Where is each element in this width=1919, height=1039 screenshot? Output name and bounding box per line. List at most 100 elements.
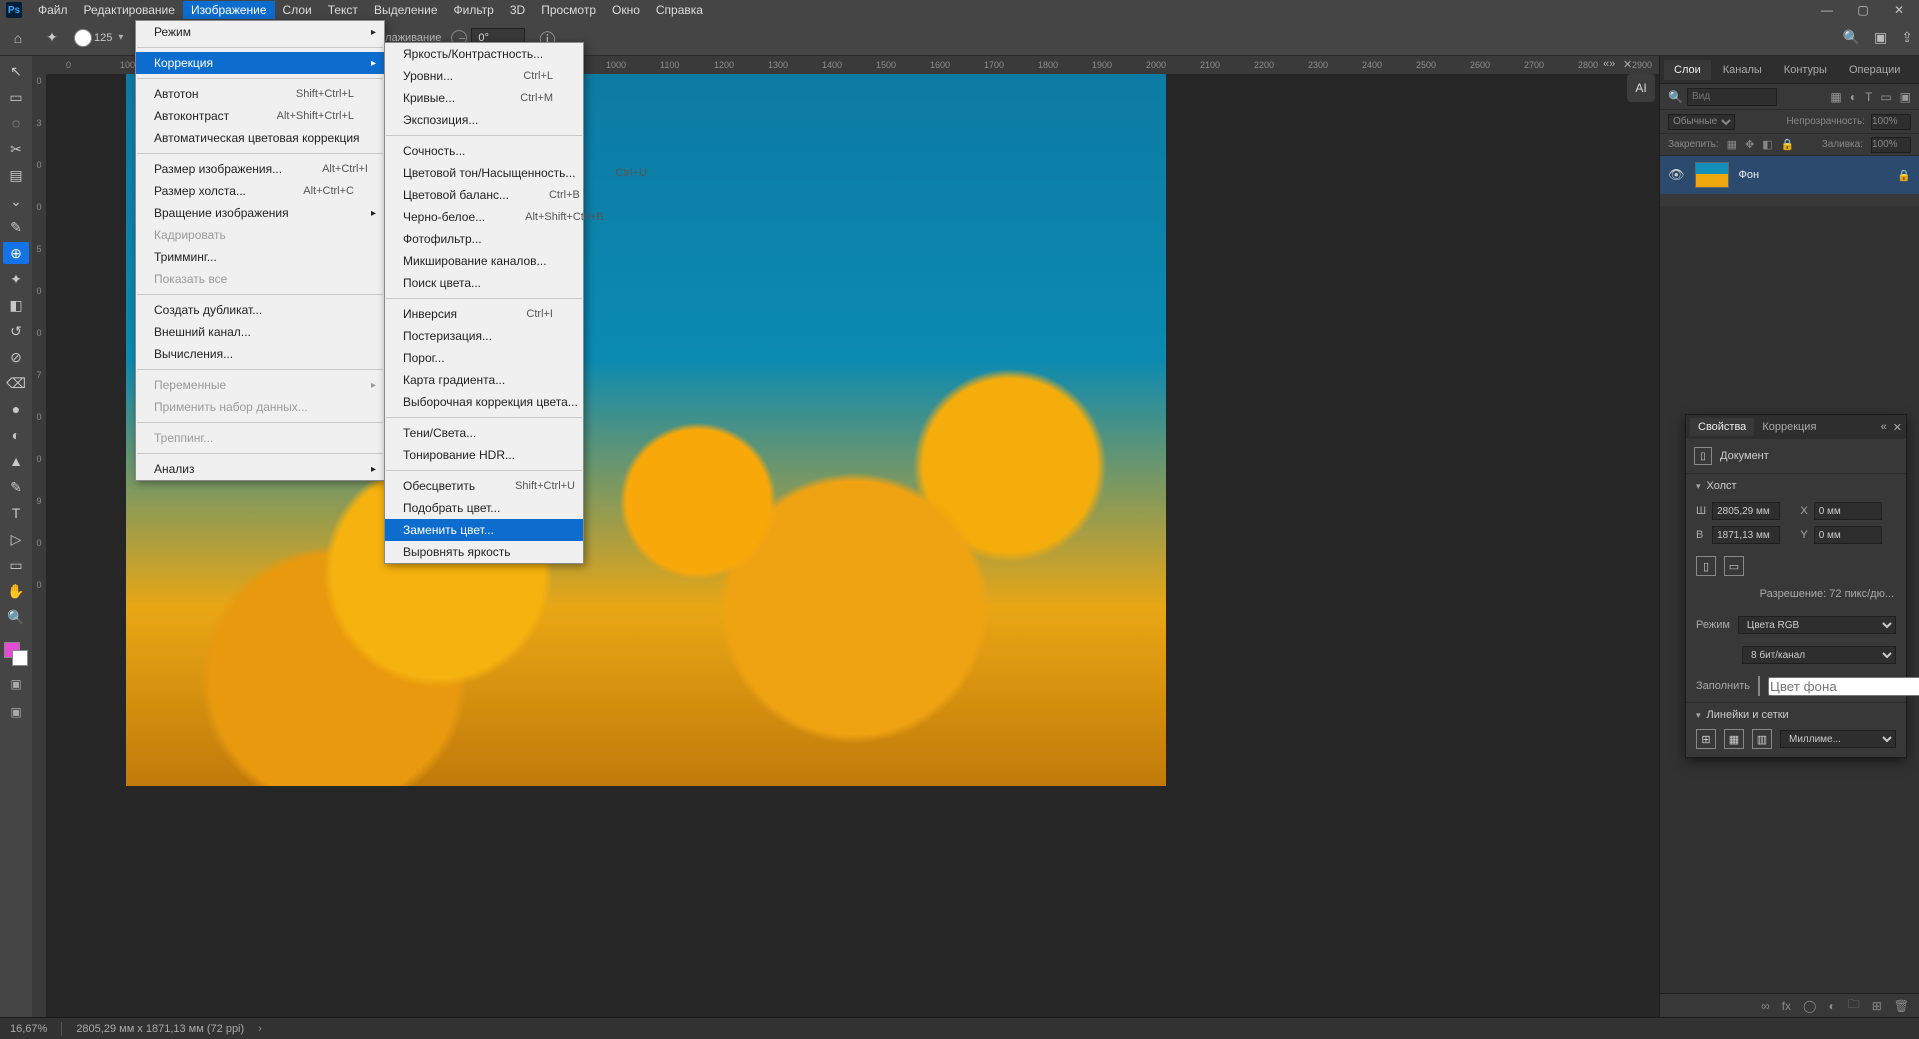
menu-item[interactable]: ОбесцветитьShift+Ctrl+U — [385, 475, 583, 497]
menu-item[interactable]: ИнверсияCtrl+I — [385, 303, 583, 325]
current-tool-icon[interactable]: ✦ — [40, 26, 64, 50]
menu-item[interactable]: Размер изображения...Alt+Ctrl+I — [136, 158, 384, 180]
filter-shape-icon[interactable]: ▭ — [1880, 90, 1891, 104]
new-layer-icon[interactable]: ⊞ — [1872, 999, 1882, 1013]
guides-toggle[interactable]: ▥ — [1752, 729, 1772, 749]
background-color[interactable] — [12, 650, 28, 666]
menu-текст[interactable]: Текст — [320, 1, 366, 19]
add-mask-icon[interactable]: ◯ — [1803, 999, 1816, 1013]
tab-adjustments[interactable]: Коррекция — [1754, 418, 1824, 436]
screen-mode-icon[interactable]: ▣ — [3, 702, 29, 722]
chevron-down-icon[interactable]: ▾ — [114, 32, 127, 43]
layer-name[interactable]: Фон — [1739, 169, 1888, 181]
search-icon[interactable]: 🔍 — [1668, 90, 1683, 104]
panel-tab-контуры[interactable]: Контуры — [1774, 60, 1837, 80]
menu-item[interactable]: Цветовой тон/Насыщенность...Ctrl+U — [385, 162, 583, 184]
bit-depth-select[interactable]: 8 бит/канал — [1742, 646, 1896, 664]
lock-all-icon[interactable]: 🔒 — [1781, 138, 1795, 151]
layer-style-icon[interactable]: fx — [1782, 999, 1791, 1013]
tool-5[interactable]: ⌄ — [3, 190, 29, 212]
menu-item[interactable]: Тримминг... — [136, 246, 384, 268]
x-input[interactable] — [1814, 502, 1882, 520]
tool-18[interactable]: ▷ — [3, 528, 29, 550]
tool-6[interactable]: ✎ — [3, 216, 29, 238]
share-icon[interactable]: ⇪ — [1901, 29, 1913, 46]
menu-item[interactable]: Вычисления... — [136, 343, 384, 365]
opacity-input[interactable] — [1871, 114, 1911, 130]
orientation-landscape[interactable]: ▭ — [1724, 556, 1744, 576]
ai-badge[interactable]: AI — [1627, 74, 1655, 102]
menu-item[interactable]: Уровни...Ctrl+L — [385, 65, 583, 87]
menu-3d[interactable]: 3D — [502, 1, 533, 19]
menu-фильтр[interactable]: Фильтр — [446, 1, 502, 19]
menu-item[interactable]: Карта градиента... — [385, 369, 583, 391]
tool-16[interactable]: ✎ — [3, 476, 29, 498]
tool-2[interactable]: ◌ — [3, 112, 29, 134]
filter-type-icon[interactable]: T — [1865, 90, 1872, 104]
maximize-button[interactable]: ▢ — [1849, 3, 1877, 17]
menu-item[interactable]: Тени/Света... — [385, 422, 583, 444]
menu-item[interactable]: Режим▸ — [136, 21, 384, 43]
tool-20[interactable]: ✋ — [3, 580, 29, 602]
menu-item[interactable]: Постеризация... — [385, 325, 583, 347]
lock-pixels-icon[interactable]: ▦ — [1727, 138, 1737, 151]
tool-15[interactable]: ▲ — [3, 450, 29, 472]
menu-окно[interactable]: Окно — [604, 1, 648, 19]
tool-10[interactable]: ↺ — [3, 320, 29, 342]
grid-toggle[interactable]: ▦ — [1724, 729, 1744, 749]
panel-tab-операции[interactable]: Операции — [1839, 60, 1910, 80]
layer-row[interactable]: 👁 Фон 🔒 — [1660, 156, 1919, 194]
menu-item[interactable]: Яркость/Контрастность... — [385, 43, 583, 65]
filter-smart-icon[interactable]: ▣ — [1900, 90, 1911, 104]
menu-item[interactable]: Коррекция▸ — [136, 52, 384, 74]
menu-файл[interactable]: Файл — [30, 1, 76, 19]
chevron-right-icon[interactable]: › — [258, 1023, 262, 1035]
menu-item[interactable]: Создать дубликат... — [136, 299, 384, 321]
filter-image-icon[interactable]: ▦ — [1830, 90, 1841, 104]
menu-item[interactable]: Фотофильтр... — [385, 228, 583, 250]
menu-item[interactable]: Выровнять яркость — [385, 541, 583, 563]
menu-выделение[interactable]: Выделение — [366, 1, 446, 19]
new-group-icon[interactable]: 🗀 — [1848, 995, 1860, 1016]
menu-справка[interactable]: Справка — [648, 1, 711, 19]
visibility-toggle-icon[interactable]: 👁 — [1668, 167, 1685, 183]
menu-item[interactable]: Экспозиция... — [385, 109, 583, 131]
layer-search-input[interactable] — [1687, 88, 1777, 106]
lock-fill-icon[interactable]: ◧ — [1762, 138, 1772, 151]
tool-13[interactable]: ● — [3, 398, 29, 420]
orientation-portrait[interactable]: ▯ — [1696, 556, 1716, 576]
blend-mode-select[interactable]: Обычные — [1668, 114, 1735, 130]
ruler-close-icon[interactable]: ✕ — [1623, 58, 1653, 71]
section-canvas-header[interactable]: ▾ Холст — [1686, 474, 1906, 498]
height-input[interactable] — [1712, 526, 1780, 544]
menu-item[interactable]: Выборочная коррекция цвета... — [385, 391, 583, 413]
menu-item[interactable]: АвтотонShift+Ctrl+L — [136, 83, 384, 105]
new-adjustment-icon[interactable]: ◐ — [1828, 999, 1835, 1013]
filter-adjust-icon[interactable]: ◐ — [1850, 90, 1857, 104]
delete-layer-icon[interactable]: 🗑 — [1894, 999, 1909, 1013]
menu-item[interactable]: Цветовой баланс...Ctrl+B — [385, 184, 583, 206]
arrange-icon[interactable]: ▣ — [1874, 29, 1887, 46]
brush-preview[interactable]: 125 ▾ — [74, 29, 127, 47]
menu-item[interactable]: Внешний канал... — [136, 321, 384, 343]
link-layers-icon[interactable]: ∞ — [1761, 999, 1770, 1013]
color-mode-select[interactable]: Цвета RGB — [1738, 616, 1896, 634]
lock-icon[interactable]: 🔒 — [1897, 169, 1911, 182]
quick-mask-icon[interactable]: ▣ — [3, 674, 29, 694]
tool-19[interactable]: ▭ — [3, 554, 29, 576]
tool-7[interactable]: ⊕ — [3, 242, 29, 264]
fill-color-input[interactable] — [1768, 677, 1919, 696]
tool-1[interactable]: ▭ — [3, 86, 29, 108]
fill-color-swatch[interactable] — [1758, 676, 1760, 696]
tool-11[interactable]: ⊘ — [3, 346, 29, 368]
tool-8[interactable]: ✦ — [3, 268, 29, 290]
collapse-icon[interactable]: « — [1881, 421, 1887, 434]
panel-tab-история[interactable]: История — [1912, 60, 1919, 80]
color-swatches[interactable] — [4, 642, 28, 666]
menu-просмотр[interactable]: Просмотр — [533, 1, 604, 19]
menu-item[interactable]: Черно-белое...Alt+Shift+Ctrl+B — [385, 206, 583, 228]
menu-item[interactable]: Сочность... — [385, 140, 583, 162]
minimize-button[interactable]: — — [1813, 3, 1841, 17]
menu-item[interactable]: Тонирование HDR... — [385, 444, 583, 466]
menu-item[interactable]: Заменить цвет... — [385, 519, 583, 541]
